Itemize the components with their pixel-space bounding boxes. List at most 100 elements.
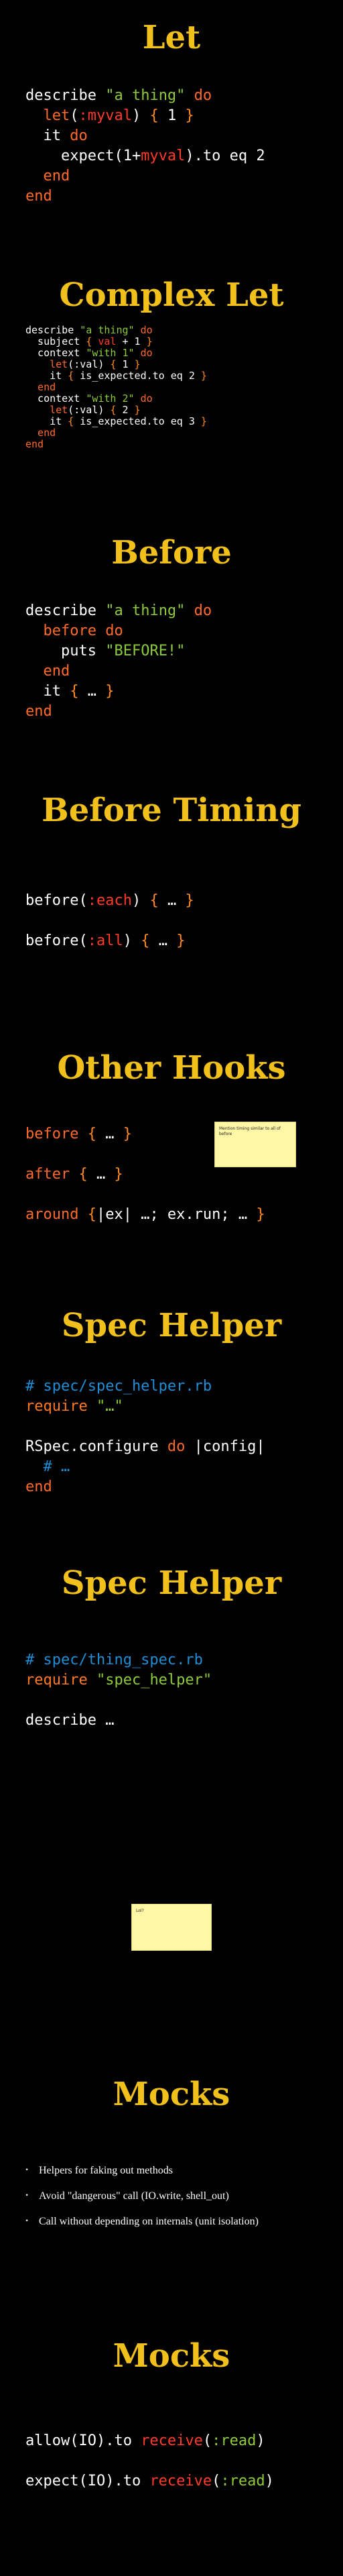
slide-title: Mocks	[113, 2337, 230, 2375]
code-token: {	[149, 892, 159, 909]
code-token: …	[149, 932, 177, 949]
code-token: it	[25, 683, 70, 700]
code-token: do	[185, 602, 212, 619]
slide-title: Let	[142, 19, 201, 56]
code-token: end	[25, 663, 70, 680]
code-token: (	[70, 107, 79, 124]
code-token: end	[25, 703, 52, 720]
code-token: }	[200, 370, 207, 382]
code-line: around {|ex| …; ex.run; … }	[25, 1205, 265, 1225]
code-line: describe "a thing" do	[25, 325, 207, 336]
code-token: is_expected.to eq 2	[74, 370, 201, 382]
code-line: describe "a thing" do	[25, 86, 265, 106]
code-token: …	[158, 892, 186, 909]
code-line: end	[25, 1477, 265, 1497]
code-line: before do	[25, 621, 212, 641]
code-block: describe "a thing" do before do puts "BE…	[25, 601, 212, 722]
code-token: before(	[25, 932, 88, 949]
code-token: {	[70, 683, 79, 700]
code-token: :each	[87, 892, 132, 909]
code-token: do	[134, 392, 153, 405]
code-block: # spec/thing_spec.rbrequire "spec_helper…	[25, 1650, 212, 1731]
code-token: "a thing"	[105, 87, 186, 104]
code-token: 1	[116, 358, 135, 370]
code-token: )	[131, 892, 150, 909]
code-token: }	[256, 1206, 265, 1223]
code-line: # spec/thing_spec.rb	[25, 1650, 212, 1670]
code-token: before(	[25, 892, 88, 909]
code-line: it { is_expected.to eq 3 }	[25, 416, 207, 427]
code-token: it	[25, 370, 68, 382]
code-token: }	[105, 683, 115, 700]
code-token: after	[25, 1166, 79, 1183]
code-token: myval	[141, 148, 186, 164]
code-token: require	[25, 1398, 96, 1415]
code-token: before	[25, 1126, 88, 1142]
code-token: it	[25, 127, 70, 144]
slide-title: Complex Let	[59, 276, 284, 314]
code-token: it	[25, 415, 68, 427]
slide-title: Mocks	[113, 2076, 230, 2113]
code-token: do	[70, 127, 88, 144]
code-token: "a thing"	[105, 602, 186, 619]
code-token: end	[25, 381, 56, 393]
code-token: end	[25, 1479, 52, 1495]
code-token: {	[68, 415, 74, 427]
bullet-item: Helpers for faking out methods	[25, 2165, 259, 2177]
slide-let: Let describe "a thing" do let(:myval) { …	[0, 0, 343, 258]
code-line: # spec/spec_helper.rb	[25, 1377, 265, 1397]
code-token: expect(IO).to	[25, 2473, 150, 2489]
code-line: let(:myval) { 1 }	[25, 106, 265, 126]
code-line: # …	[25, 1457, 265, 1477]
code-token: (:val)	[68, 358, 111, 370]
code-token: end	[25, 168, 70, 184]
code-line: describe …	[25, 1711, 212, 1731]
code-token: let	[25, 358, 68, 370]
code-line: end	[25, 661, 212, 682]
code-line: end	[25, 186, 265, 207]
code-token: }	[123, 1126, 132, 1142]
slide-before: Before describe "a thing" do before do p…	[0, 515, 343, 773]
code-token: require	[25, 1672, 96, 1688]
code-token: {	[87, 1126, 96, 1142]
bullet-item: Avoid "dangerous" call (IO.write, shell_…	[25, 2190, 259, 2202]
code-line: end	[25, 166, 265, 186]
code-token: + 1	[116, 335, 147, 347]
code-token: )	[131, 107, 150, 124]
slide-title: Other Hooks	[57, 1049, 286, 1087]
bullet-list: Helpers for faking out methods Avoid "da…	[25, 2165, 259, 2241]
code-token: :all	[87, 932, 123, 949]
code-token: context	[25, 347, 86, 359]
code-token: do	[105, 623, 123, 639]
code-token: describe	[25, 87, 106, 104]
code-line: end	[25, 382, 207, 393]
code-token: # spec/thing_spec.rb	[25, 1652, 203, 1668]
code-token: "BEFORE!"	[105, 643, 186, 659]
code-token: 2	[116, 404, 135, 416]
code-token: }	[185, 107, 194, 124]
code-token: "spec_helper"	[96, 1672, 212, 1688]
slide-title: Spec Helper	[61, 1564, 282, 1602]
code-line: end	[25, 439, 207, 450]
code-token: {	[141, 932, 150, 949]
slide-spec-helper-2: Spec Helper # spec/thing_spec.rbrequire …	[0, 1546, 343, 1803]
code-token: (	[202, 2432, 212, 2449]
code-token: do	[134, 324, 153, 336]
code-token: {	[78, 1166, 88, 1183]
code-token: allow(IO).to	[25, 2432, 141, 2449]
code-token: :read	[220, 2473, 265, 2489]
code-token: ).to eq 2	[185, 148, 265, 164]
code-token: "…"	[96, 1398, 123, 1415]
code-token: around	[25, 1206, 88, 1223]
code-token: }	[200, 415, 207, 427]
code-token: receive	[141, 2432, 203, 2449]
code-line: context "with 1" do	[25, 347, 207, 359]
code-line: it { … }	[25, 682, 212, 702]
code-token: …	[87, 1166, 115, 1183]
code-token: val	[92, 335, 117, 347]
code-token: }	[134, 358, 141, 370]
code-token: 1	[158, 107, 186, 124]
code-line: puts "BEFORE!"	[25, 641, 212, 661]
